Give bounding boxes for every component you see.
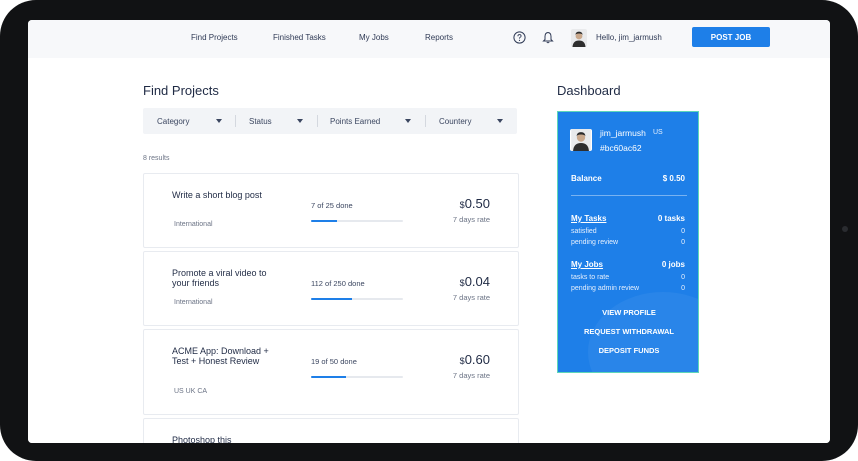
project-progress-text: 112 of 250 done <box>311 279 365 288</box>
filter-category[interactable]: Category <box>157 108 235 134</box>
divider <box>571 195 687 196</box>
dashboard-user-code: #bc60ac62 <box>600 143 642 153</box>
project-card[interactable]: Photoshop this <box>143 418 519 443</box>
project-price: $0.04 <box>459 274 490 289</box>
filter-country[interactable]: Countery <box>439 108 509 134</box>
project-progress-text: 7 of 25 done <box>311 201 353 210</box>
chevron-down-icon <box>497 119 503 123</box>
dashboard-username: jim_jarmush <box>600 128 646 138</box>
request-withdrawal-button[interactable]: REQUEST WITHDRAWAL <box>558 327 698 336</box>
project-title[interactable]: ACME App: Download + Test + Honest Revie… <box>172 346 282 366</box>
divider <box>317 115 318 127</box>
progress-bar <box>311 298 403 300</box>
my-tasks-link[interactable]: My Tasks <box>571 214 606 223</box>
tasks-satisfied-value: 0 <box>681 228 685 235</box>
find-projects-title: Find Projects <box>143 83 219 98</box>
project-tags: International <box>174 299 213 306</box>
tablet-frame: Find Projects Finished Tasks My Jobs Rep… <box>0 0 858 461</box>
dashboard-country: US <box>653 129 663 136</box>
divider <box>235 115 236 127</box>
my-jobs-count: 0 jobs <box>661 260 685 269</box>
project-tags: International <box>174 221 213 228</box>
project-tags: US UK CA <box>174 388 208 395</box>
jobs-pending-admin-value: 0 <box>681 285 685 292</box>
results-count: 8 results <box>143 155 170 162</box>
filter-status[interactable]: Status <box>249 108 325 134</box>
progress-bar <box>311 220 403 222</box>
project-title[interactable]: Write a short blog post <box>172 190 282 200</box>
main-content: Find Projects Category Status Points Ear… <box>28 58 830 443</box>
my-jobs-link[interactable]: My Jobs <box>571 260 603 269</box>
post-job-button[interactable]: POST JOB <box>692 27 770 47</box>
project-rate: 7 days rate <box>452 215 490 224</box>
help-circle-icon[interactable] <box>513 31 526 44</box>
my-tasks-count: 0 tasks <box>657 214 685 223</box>
chevron-down-icon <box>297 119 303 123</box>
balance-label: Balance <box>571 174 602 183</box>
greeting-text: Hello, jim_jarmush <box>596 33 662 42</box>
jobs-to-rate-label: tasks to rate <box>571 274 610 281</box>
project-progress-text: 19 of 50 done <box>311 357 357 366</box>
chevron-down-icon <box>216 119 222 123</box>
project-rate: 7 days rate <box>452 293 490 302</box>
project-card[interactable]: ACME App: Download + Test + Honest Revie… <box>143 329 519 415</box>
chevron-down-icon <box>405 119 411 123</box>
project-card[interactable]: Write a short blog post International 7 … <box>143 173 519 248</box>
user-avatar[interactable] <box>571 29 587 47</box>
divider <box>425 115 426 127</box>
top-navigation: Find Projects Finished Tasks My Jobs Rep… <box>28 20 830 59</box>
project-title[interactable]: Promote a viral video to your friends <box>172 268 282 288</box>
nav-find-projects[interactable]: Find Projects <box>191 33 238 42</box>
jobs-to-rate-value: 0 <box>681 274 685 281</box>
balance-value: $ 0.50 <box>662 174 685 183</box>
progress-fill <box>311 220 337 222</box>
jobs-pending-admin-label: pending admin review <box>571 285 640 292</box>
dashboard-title: Dashboard <box>557 83 621 98</box>
deposit-funds-button[interactable]: DEPOSIT FUNDS <box>558 346 698 355</box>
bell-icon[interactable] <box>542 31 554 44</box>
nav-finished-tasks[interactable]: Finished Tasks <box>273 33 326 42</box>
nav-my-jobs[interactable]: My Jobs <box>359 33 389 42</box>
filter-points-earned[interactable]: Points Earned <box>330 108 420 134</box>
filter-bar: Category Status Points Earned Countery <box>143 108 517 134</box>
camera-dot <box>842 226 848 232</box>
dashboard-avatar <box>570 129 592 151</box>
project-price: $0.50 <box>459 196 490 211</box>
progress-fill <box>311 298 353 300</box>
tasks-pending-review-value: 0 <box>681 239 685 246</box>
progress-fill <box>311 376 346 378</box>
progress-bar <box>311 376 403 378</box>
tasks-satisfied-label: satisfied <box>571 228 597 235</box>
project-rate: 7 days rate <box>452 371 490 380</box>
nav-reports[interactable]: Reports <box>425 33 453 42</box>
app-screen: Find Projects Finished Tasks My Jobs Rep… <box>28 20 830 443</box>
view-profile-button[interactable]: VIEW PROFILE <box>558 308 698 317</box>
tasks-pending-review-label: pending review <box>571 239 619 246</box>
project-title[interactable]: Photoshop this <box>172 435 282 443</box>
dashboard-panel: jim_jarmush US #bc60ac62 Balance $ 0.50 … <box>557 111 699 373</box>
project-price: $0.60 <box>459 352 490 367</box>
project-card[interactable]: Promote a viral video to your friends In… <box>143 251 519 326</box>
